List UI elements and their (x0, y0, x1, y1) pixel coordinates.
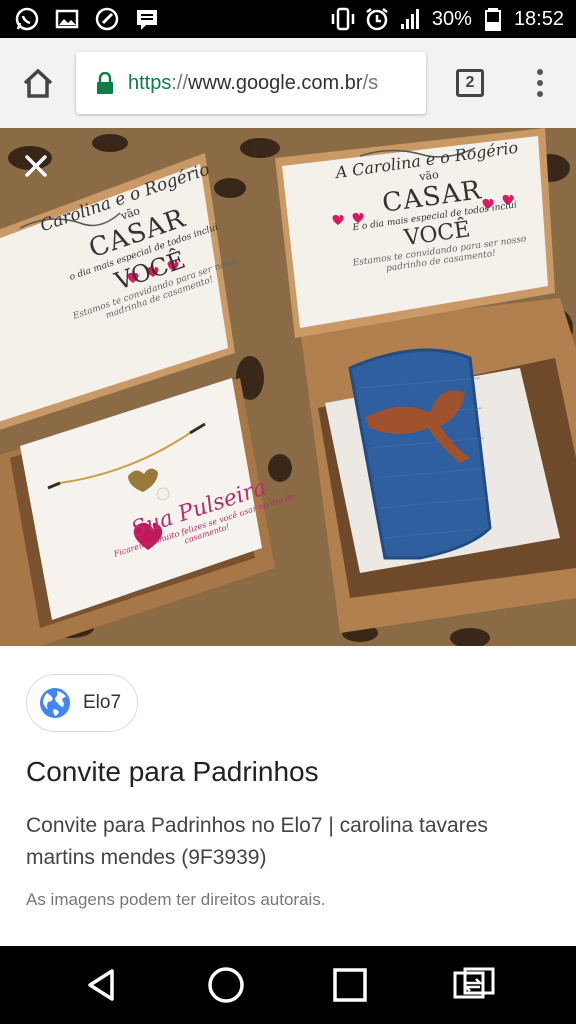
battery-percent: 30% (431, 7, 472, 30)
url-text: https://www.google.com.br/s (128, 71, 379, 94)
vibrate-icon (330, 6, 356, 32)
home-icon (23, 68, 53, 98)
globe-icon (40, 688, 70, 718)
back-button[interactable] (70, 953, 134, 1017)
tab-switcher-button[interactable]: 2 (430, 38, 510, 128)
result-card: Elo7 Convite para Padrinhos Convite para… (0, 646, 576, 946)
clock: 18:52 (513, 7, 564, 30)
url-bar[interactable]: https://www.google.com.br/s (76, 52, 426, 114)
signal-icon (398, 6, 424, 32)
back-icon (88, 969, 114, 1001)
image-icon (54, 6, 80, 32)
tab-count: 2 (456, 69, 484, 97)
home-circle-icon (208, 967, 244, 1003)
more-vert-icon (537, 69, 543, 97)
recents-icon (333, 968, 367, 1002)
image-preview[interactable]: Carolina e o Rogério vão CASAR o dia mai… (0, 128, 576, 646)
result-title[interactable]: Convite para Padrinhos (26, 756, 319, 788)
copyright-notice: As imagens podem ter direitos autorais. (26, 890, 326, 909)
whatsapp-icon (14, 6, 40, 32)
result-description[interactable]: Convite para Padrinhos no Elo7 | carolin… (26, 810, 546, 874)
recents-button[interactable] (318, 953, 382, 1017)
home-button[interactable] (0, 38, 76, 128)
battery-icon (480, 6, 506, 32)
message-icon (134, 6, 160, 32)
source-chip[interactable]: Elo7 (26, 674, 139, 732)
close-icon (25, 155, 47, 177)
overflow-menu-button[interactable] (510, 38, 570, 128)
source-name: Elo7 (83, 692, 122, 713)
switch-app-button[interactable] (442, 953, 506, 1017)
home-nav-button[interactable] (194, 953, 258, 1017)
speedometer-icon (94, 6, 120, 32)
browser-toolbar: https://www.google.com.br/s 2 (0, 38, 576, 128)
status-bar: 30% 18:52 (0, 0, 576, 38)
switch-app-icon (453, 967, 495, 999)
android-nav-bar (0, 946, 576, 1024)
alarm-icon (364, 6, 390, 32)
lock-icon (97, 72, 113, 94)
close-button[interactable] (20, 150, 52, 182)
